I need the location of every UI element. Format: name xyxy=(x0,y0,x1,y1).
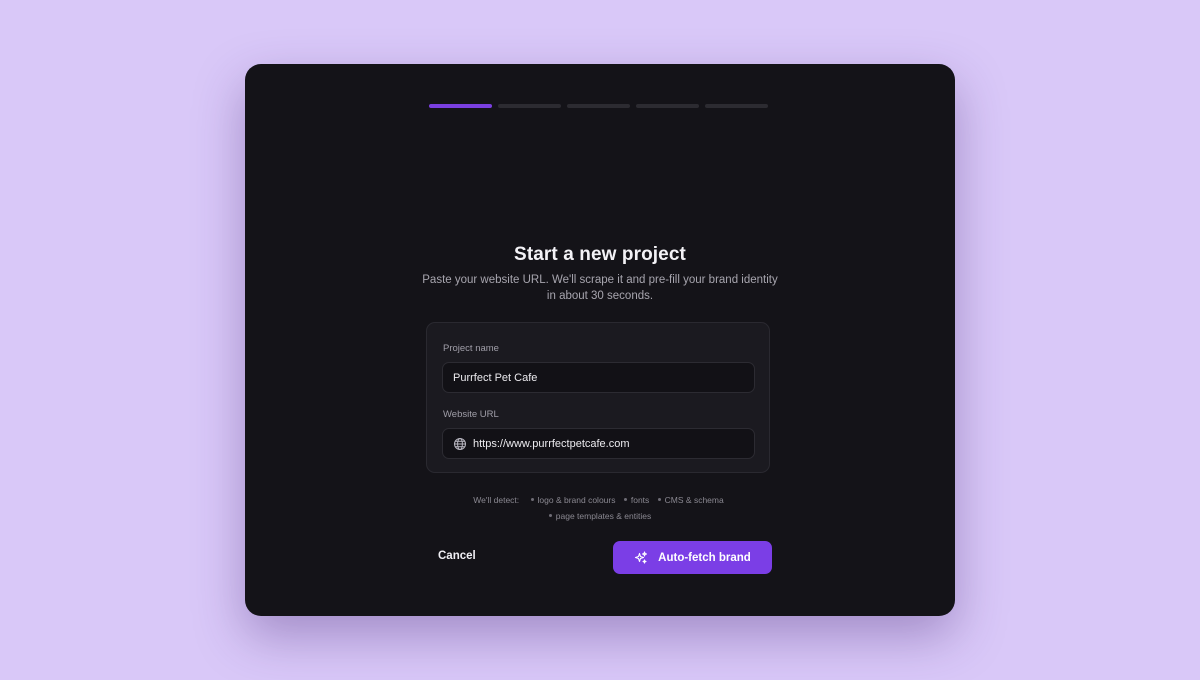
step-indicator-2 xyxy=(498,104,561,108)
step-progress xyxy=(429,104,768,108)
website-url-value: https://www.purrfectpetcafe.com xyxy=(473,437,630,450)
auto-fetch-brand-label: Auto-fetch brand xyxy=(658,551,751,564)
page-subtitle: Paste your website URL. We'll scrape it … xyxy=(422,274,778,302)
detect-item: CMS & schema xyxy=(657,495,724,505)
step-indicator-1 xyxy=(429,104,492,108)
detect-item: fonts xyxy=(623,495,649,505)
globe-icon xyxy=(453,437,467,451)
cancel-button[interactable]: Cancel xyxy=(438,550,476,562)
auto-fetch-brand-button[interactable]: Auto-fetch brand xyxy=(613,541,772,574)
website-url-label: Website URL xyxy=(443,409,499,420)
detect-list-row-1: We'll detect: logo & brand colours fonts… xyxy=(445,495,755,505)
project-name-input[interactable]: Purrfect Pet Cafe xyxy=(442,362,755,393)
detect-list-row-2: page templates & entities xyxy=(445,511,755,521)
new-project-modal: Start a new project Paste your website U… xyxy=(245,64,955,616)
step-indicator-3 xyxy=(567,104,630,108)
detect-lead: We'll detect: xyxy=(473,495,520,505)
project-form-card: Project name Purrfect Pet Cafe Website U… xyxy=(426,322,770,473)
project-name-label: Project name xyxy=(443,343,499,354)
sparkle-icon xyxy=(634,550,648,565)
detect-item: page templates & entities xyxy=(548,511,651,521)
step-indicator-4 xyxy=(636,104,699,108)
detect-item: logo & brand colours xyxy=(530,495,615,505)
step-indicator-5 xyxy=(705,104,768,108)
website-url-input[interactable]: https://www.purrfectpetcafe.com xyxy=(442,428,755,459)
project-name-value: Purrfect Pet Cafe xyxy=(453,371,538,384)
page-title: Start a new project xyxy=(514,244,686,265)
